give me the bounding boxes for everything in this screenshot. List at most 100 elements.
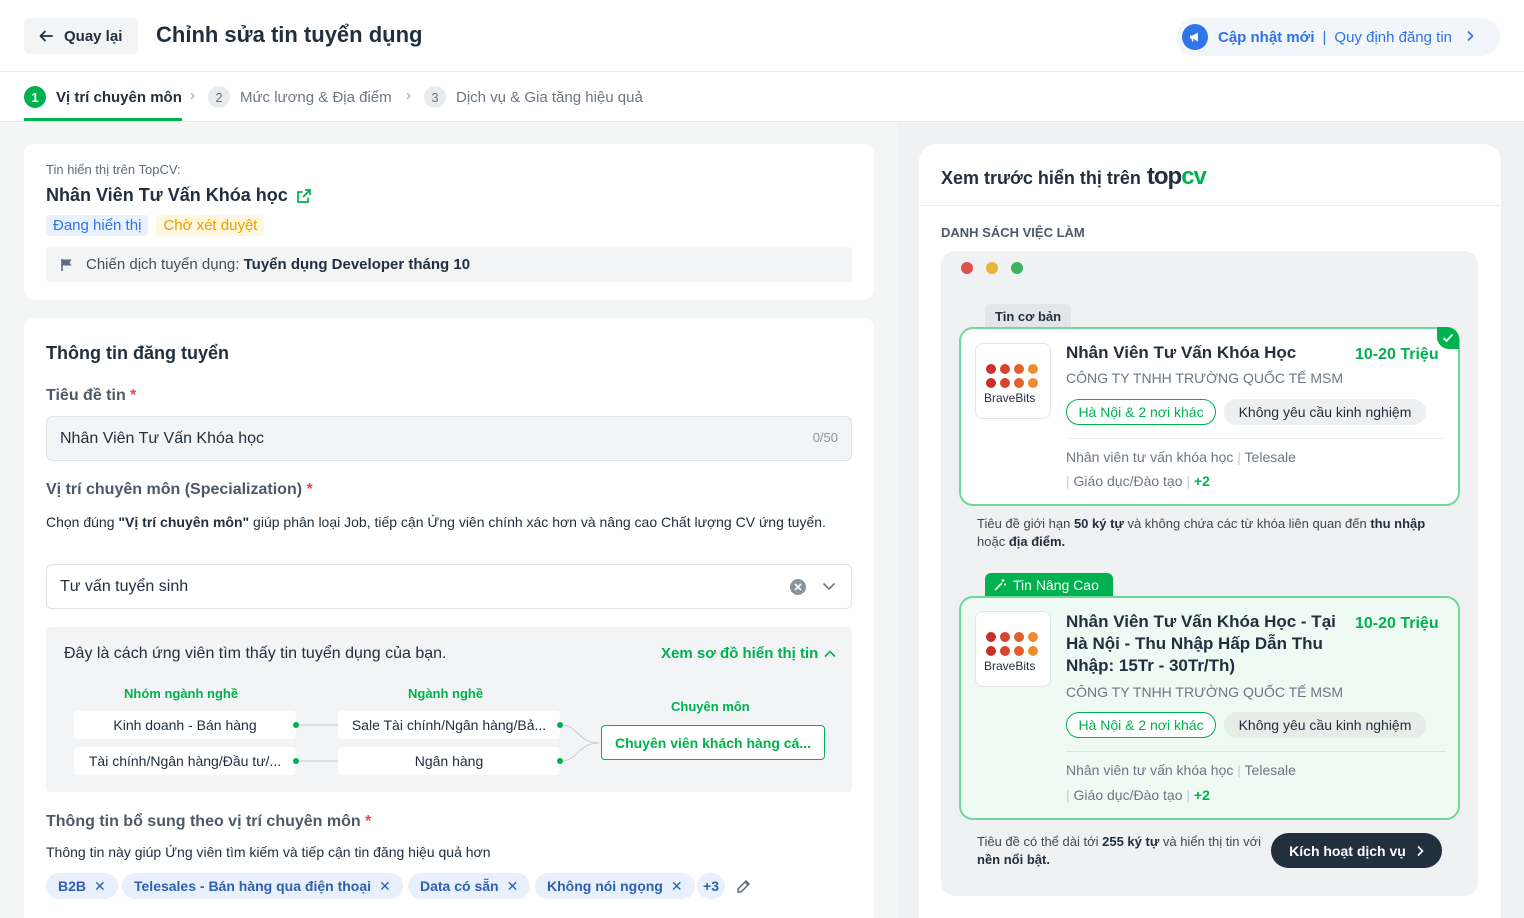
edit-icon[interactable] — [736, 878, 752, 894]
chevron-down-icon[interactable] — [822, 581, 836, 591]
check-icon — [1437, 327, 1459, 349]
step-3[interactable]: 3 Dịch vụ & Gia tăng hiệu quả — [424, 86, 643, 108]
status-badges: Đang hiển thị Chờ xét duyệt — [46, 215, 265, 236]
keyword: | Giáo dục/Đào tạo | +2 — [1066, 787, 1210, 803]
basic-company: CÔNG TY TNHH TRƯỜNG QUỐC TẾ MSM — [1066, 370, 1344, 386]
megaphone-icon — [1182, 24, 1208, 50]
step-label: Dịch vụ & Gia tăng hiệu quả — [456, 88, 643, 106]
window-dot-red — [961, 262, 973, 274]
flag-icon — [61, 258, 72, 271]
status-badge-active: Đang hiển thị — [46, 215, 149, 236]
clear-icon[interactable] — [789, 578, 807, 596]
step-number: 1 — [24, 86, 46, 108]
rules-link[interactable]: Quy định đăng tin — [1334, 29, 1452, 46]
tag-chip[interactable]: Không nói ngọng ✕ — [535, 873, 695, 899]
specialization-select[interactable]: Tư vấn tuyển sinh — [46, 564, 852, 609]
form-section-title: Thông tin đăng tuyển — [46, 343, 229, 363]
map-industry-group: Kinh doanh - Bán hàng — [74, 711, 296, 739]
chevron-right-icon: › — [190, 87, 195, 104]
advanced-job-title: Nhân Viên Tư Vấn Khóa Học - Tại Hà Nội -… — [1066, 612, 1336, 675]
tag-chip[interactable]: B2B ✕ — [46, 873, 118, 899]
preview-title-row: Xem trước hiển thị trên topcv — [941, 163, 1207, 191]
magic-wand-icon — [994, 579, 1006, 591]
update-pill: Cập nhật mới | Quy định đăng tin — [1176, 18, 1500, 56]
extra-info-label: Thông tin bổ sung theo vị trí chuyên môn… — [46, 813, 372, 830]
back-button[interactable]: Quay lại — [24, 18, 138, 54]
location-tag: Hà Nội & 2 nơi khác — [1066, 712, 1216, 738]
map-industry-group: Tài chính/Ngân hàng/Đầu tư/... — [74, 747, 296, 775]
divider: | — [1322, 28, 1327, 46]
back-label: Quay lại — [64, 27, 123, 45]
bravebits-logo-mark — [986, 364, 1038, 388]
step-1[interactable]: 1 Vị trí chuyên môn — [24, 86, 182, 108]
divider — [1066, 751, 1446, 752]
chevron-right-icon: › — [406, 87, 411, 104]
chevron-right-icon — [1417, 845, 1424, 856]
bravebits-logo-mark — [986, 632, 1038, 656]
spec-field-label: Vị trí chuyên môn (Specialization) * — [46, 481, 313, 498]
activate-service-button[interactable]: Kích hoạt dịch vụ — [1271, 833, 1442, 868]
connector-dot — [557, 758, 563, 764]
map-toggle-link[interactable]: Xem sơ đồ hiển thị tin — [661, 645, 836, 662]
divider — [1066, 438, 1446, 439]
basic-post-tab: Tin cơ bản — [985, 304, 1072, 328]
basic-salary: 10-20 Triệu — [1355, 346, 1439, 363]
step-label: Vị trí chuyên môn — [56, 88, 182, 106]
page-title: Chỉnh sửa tin tuyển dụng — [156, 22, 423, 47]
campaign-label: Chiến dịch tuyển dụng: — [86, 256, 240, 273]
close-icon[interactable]: ✕ — [94, 878, 106, 895]
extra-info-help: Thông tin này giúp Ứng viên tìm kiếm và … — [46, 844, 491, 860]
experience-tag: Không yêu cầu kinh nghiệm — [1224, 399, 1426, 425]
more-chips-badge[interactable]: +3 — [697, 873, 725, 899]
location-tag: Hà Nội & 2 nơi khác — [1066, 399, 1216, 425]
update-link[interactable]: Cập nhật mới — [1218, 29, 1315, 46]
post-job-name: Nhân Viên Tư Vấn Khóa học — [46, 185, 288, 205]
preview-title: Xem trước hiển thị trên — [941, 168, 1141, 188]
tag-chip[interactable]: Data có sẵn ✕ — [408, 873, 531, 899]
company-logo: BraveBits — [975, 611, 1051, 687]
keyword: | Giáo dục/Đào tạo | +2 — [1066, 473, 1210, 489]
job-title-value: Nhân Viên Tư Vấn Khóa học — [60, 429, 265, 447]
keyword: Nhân viên tư vấn khóa học | Telesale — [1066, 449, 1296, 465]
basic-job-title: Nhân Viên Tư Vấn Khóa Học — [1066, 343, 1297, 362]
close-icon[interactable]: ✕ — [379, 878, 391, 895]
close-icon[interactable]: ✕ — [671, 878, 683, 895]
topcv-logo: topcv — [1146, 163, 1207, 190]
campaign-value: Tuyển dụng Developer tháng 10 — [243, 256, 471, 273]
logo-text: BraveBits — [984, 659, 1036, 673]
step-label: Mức lương & Địa điểm — [240, 88, 392, 106]
logo-text: BraveBits — [984, 391, 1036, 405]
basic-note: Tiêu đề giới hạn 50 ký tự và không chứa … — [977, 516, 1426, 549]
status-badge-pending: Chờ xét duyệt — [156, 215, 265, 236]
title-field-label: Tiêu đề tin * — [46, 387, 137, 404]
advanced-salary: 10-20 Triệu — [1355, 615, 1439, 632]
experience-tag: Không yêu cầu kinh nghiệm — [1224, 712, 1426, 738]
char-counter: 0/50 — [812, 430, 838, 445]
top-header: Quay lại Chỉnh sửa tin tuyển dụng Cập nh… — [0, 0, 1524, 72]
window-dot-green — [1011, 262, 1023, 274]
tag-chip[interactable]: Telesales - Bán hàng qua điện thoại ✕ — [122, 873, 403, 899]
chevron-right-icon — [1466, 29, 1474, 46]
chevron-up-icon — [824, 649, 836, 657]
shown-on-label: Tin hiển thị trên TopCV: — [46, 162, 181, 177]
job-list-label: DANH SÁCH VIỆC LÀM — [941, 225, 1085, 240]
job-title-input[interactable]: Nhân Viên Tư Vấn Khóa học 0/50 — [46, 416, 852, 461]
connector-dot — [293, 758, 299, 764]
spec-selected-value: Tư vấn tuyển sinh — [60, 577, 189, 595]
map-col2-title: Ngành nghề — [408, 686, 484, 701]
spec-help-text: Chọn đúng "Vị trí chuyên môn" giúp phân … — [46, 514, 826, 530]
active-step-indicator — [24, 118, 182, 121]
window-dot-yellow — [986, 262, 998, 274]
external-link-icon[interactable] — [296, 188, 312, 204]
map-intro: Đây là cách ứng viên tìm thấy tin tuyển … — [64, 645, 447, 662]
post-title-row: Nhân Viên Tư Vấn Khóa học — [46, 185, 312, 206]
advanced-company: CÔNG TY TNHH TRƯỜNG QUỐC TẾ MSM — [1066, 684, 1344, 700]
close-icon[interactable]: ✕ — [507, 878, 519, 895]
connector-dot — [293, 722, 299, 728]
keyword: Nhân viên tư vấn khóa học | Telesale — [1066, 762, 1296, 778]
step-2[interactable]: 2 Mức lương & Địa điểm — [208, 86, 392, 108]
company-logo: BraveBits — [975, 343, 1051, 419]
advanced-post-tab: Tin Nâng Cao — [985, 573, 1113, 597]
advanced-note: Tiêu đề có thể dài tới 255 ký tự và hiển… — [977, 834, 1261, 867]
step-number: 3 — [424, 86, 446, 108]
